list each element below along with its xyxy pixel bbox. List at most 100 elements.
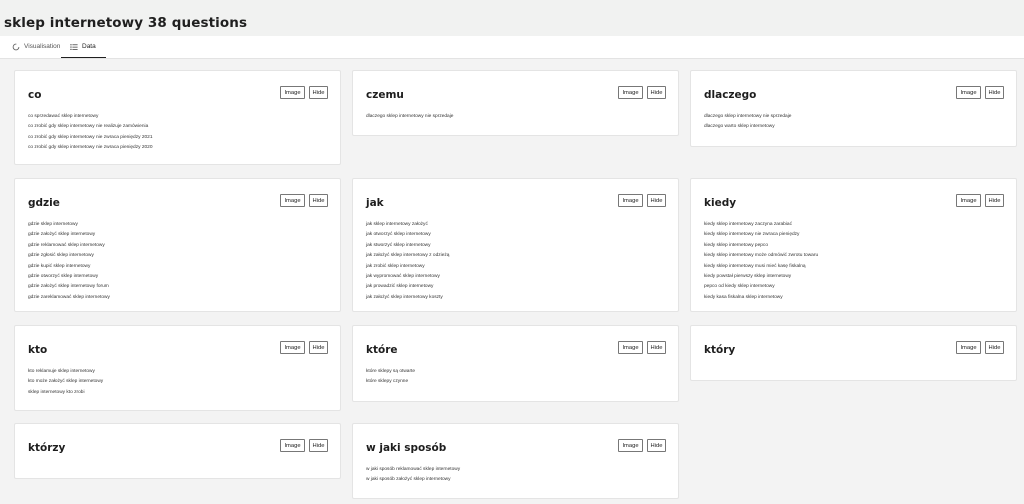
question-list: gdzie sklep internetowy gdzie założyć skl… — [28, 220, 110, 303]
image-button[interactable]: Image — [956, 86, 981, 99]
question-list: które sklepy są otwarte które sklepy czyn… — [366, 367, 415, 388]
question-item[interactable]: które sklepy czynne — [366, 377, 415, 387]
question-item[interactable]: jak otworzyć sklep internetowy — [366, 230, 449, 240]
question-item[interactable]: sklep internetowy kto zrobi — [28, 388, 103, 398]
card-title: co — [28, 89, 42, 101]
card-title: kiedy — [704, 197, 737, 209]
question-list: dlaczego sklep internetowy nie sprzedaje… — [704, 112, 791, 133]
question-item[interactable]: pepco od kiedy sklep internetowy — [704, 282, 818, 292]
tab-visualisation-label: Visualisation — [24, 43, 61, 50]
question-item[interactable]: gdzie zgłosić sklep internetowy — [28, 251, 110, 261]
card-title: które — [366, 344, 398, 356]
hide-button[interactable]: Hide — [647, 341, 666, 354]
question-item[interactable]: co zrobić gdy sklep internetowy nie real… — [28, 122, 153, 132]
hide-button[interactable]: Hide — [985, 194, 1004, 207]
question-item[interactable]: w jaki sposób założyć sklep internetowy — [366, 475, 460, 485]
image-button[interactable]: Image — [618, 341, 643, 354]
question-item[interactable]: gdzie reklamować sklep internetowy — [28, 241, 110, 251]
question-item[interactable]: gdzie kupić sklep internetowy — [28, 262, 110, 272]
question-item[interactable]: gdzie sklep internetowy — [28, 220, 110, 230]
tab-visualisation[interactable]: Visualisation — [12, 36, 60, 57]
hide-button[interactable]: Hide — [647, 439, 666, 452]
hide-button[interactable]: Hide — [985, 341, 1004, 354]
card-ktory: który Image Hide — [690, 325, 1017, 381]
question-item[interactable]: kto może założyć sklep internetowy — [28, 377, 103, 387]
question-item[interactable]: co sprzedawać sklep internetowy — [28, 112, 153, 122]
hide-button[interactable]: Hide — [309, 341, 328, 354]
question-item[interactable]: kto reklamuje sklep internetowy — [28, 367, 103, 377]
question-list: dlaczego sklep internetowy nie sprzedaje — [366, 112, 453, 122]
question-item[interactable]: kiedy sklep internetowy pepco — [704, 241, 818, 251]
card-co: co Image Hide co sprzedawać sklep interneto… — [14, 70, 341, 165]
hide-button[interactable]: Hide — [985, 86, 1004, 99]
card-jak: jak Image Hide jak sklep internetowy założy… — [352, 178, 679, 312]
page-title: sklep internetowy 38 questions — [4, 15, 248, 31]
question-item[interactable]: kiedy powstał pierwszy sklep internetowy — [704, 272, 818, 282]
card-title: dlaczego — [704, 89, 757, 101]
card-title: czemu — [366, 89, 404, 101]
question-list: kiedy sklep internetowy zaczyna zarabiać… — [704, 220, 818, 303]
question-list: co sprzedawać sklep internetowy co zrobić… — [28, 112, 153, 154]
card-ktore: które Image Hide które sklepy są otwarte któ… — [352, 325, 679, 402]
image-button[interactable]: Image — [618, 86, 643, 99]
question-item[interactable]: gdzie zareklamować sklep internetowy — [28, 293, 110, 303]
question-item[interactable]: gdzie założyć sklep internetowy — [28, 230, 110, 240]
hide-button[interactable]: Hide — [309, 86, 328, 99]
hide-button[interactable]: Hide — [309, 194, 328, 207]
question-item[interactable]: co zrobić gdy sklep internetowy nie zwra… — [28, 143, 153, 153]
card-title: gdzie — [28, 197, 60, 209]
image-button[interactable]: Image — [280, 341, 305, 354]
card-kto: kto Image Hide kto reklamuje sklep internet… — [14, 325, 341, 411]
card-gdzie: gdzie Image Hide gdzie sklep internetowy gdz… — [14, 178, 341, 312]
tab-data-label: Data — [82, 43, 96, 50]
question-item[interactable]: jak założyć sklep internetowy z odzieżą — [366, 251, 449, 261]
question-item[interactable]: gdzie otworzyć sklep internetowy — [28, 272, 110, 282]
image-button[interactable]: Image — [956, 341, 981, 354]
card-actions: Image Hide — [280, 439, 328, 452]
card-title: w jaki sposób — [366, 442, 447, 454]
question-item[interactable]: dlaczego warto sklep internetowy — [704, 122, 791, 132]
question-item[interactable]: kiedy sklep internetowy nie zwraca pieni… — [704, 230, 818, 240]
card-actions: Image Hide — [280, 194, 328, 207]
card-title: który — [704, 344, 736, 356]
question-item[interactable]: kiedy sklep internetowy zaczyna zarabiać — [704, 220, 818, 230]
question-item[interactable]: jak stworzyć sklep internetowy — [366, 241, 449, 251]
image-button[interactable]: Image — [280, 194, 305, 207]
card-actions: Image Hide — [618, 86, 666, 99]
question-item[interactable]: dlaczego sklep internetowy nie sprzedaje — [704, 112, 791, 122]
page-header: sklep internetowy 38 questions — [0, 0, 1024, 36]
image-button[interactable]: Image — [618, 439, 643, 452]
hide-button[interactable]: Hide — [309, 439, 328, 452]
question-item[interactable]: jak wypromować sklep internetowy — [366, 272, 449, 282]
card-title: jak — [366, 197, 384, 209]
card-ktorzy: którzy Image Hide — [14, 423, 341, 479]
question-item[interactable]: kiedy kasa fiskalna sklep internetowy — [704, 293, 818, 303]
question-item[interactable]: dlaczego sklep internetowy nie sprzedaje — [366, 112, 453, 122]
hide-button[interactable]: Hide — [647, 86, 666, 99]
question-item[interactable]: jak sklep internetowy założyć — [366, 220, 449, 230]
list-icon — [70, 43, 78, 50]
tab-data[interactable]: Data — [61, 36, 106, 58]
question-item[interactable]: jak założyć sklep internetowy koszty — [366, 293, 449, 303]
card-actions: Image Hide — [956, 194, 1004, 207]
card-title: którzy — [28, 442, 66, 454]
hide-button[interactable]: Hide — [647, 194, 666, 207]
question-list: jak sklep internetowy założyć jak otworzy… — [366, 220, 449, 303]
card-actions: Image Hide — [956, 86, 1004, 99]
question-item[interactable]: jak prowadzić sklep internetowy — [366, 282, 449, 292]
image-button[interactable]: Image — [280, 86, 305, 99]
image-button[interactable]: Image — [618, 194, 643, 207]
question-item[interactable]: kiedy sklep internetowy może odmówić zwr… — [704, 251, 818, 261]
card-czemu: czemu Image Hide dlaczego sklep internetowy… — [352, 70, 679, 136]
card-w-jaki-sposob: w jaki sposób Image Hide w jaki sposób rekl… — [352, 423, 679, 499]
question-item[interactable]: co zrobić gdy sklep internetowy nie zwra… — [28, 133, 153, 143]
question-item[interactable]: które sklepy są otwarte — [366, 367, 415, 377]
question-item[interactable]: gdzie założyć sklep internetowy forum — [28, 282, 110, 292]
question-item[interactable]: jak zrobić sklep internetowy — [366, 262, 449, 272]
question-list: kto reklamuje sklep internetowy kto może … — [28, 367, 103, 398]
image-button[interactable]: Image — [956, 194, 981, 207]
question-item[interactable]: w jaki sposób reklamować sklep interneto… — [366, 465, 460, 475]
card-title: kto — [28, 344, 48, 356]
image-button[interactable]: Image — [280, 439, 305, 452]
question-item[interactable]: kiedy sklep internetowy musi mieć kasę f… — [704, 262, 818, 272]
